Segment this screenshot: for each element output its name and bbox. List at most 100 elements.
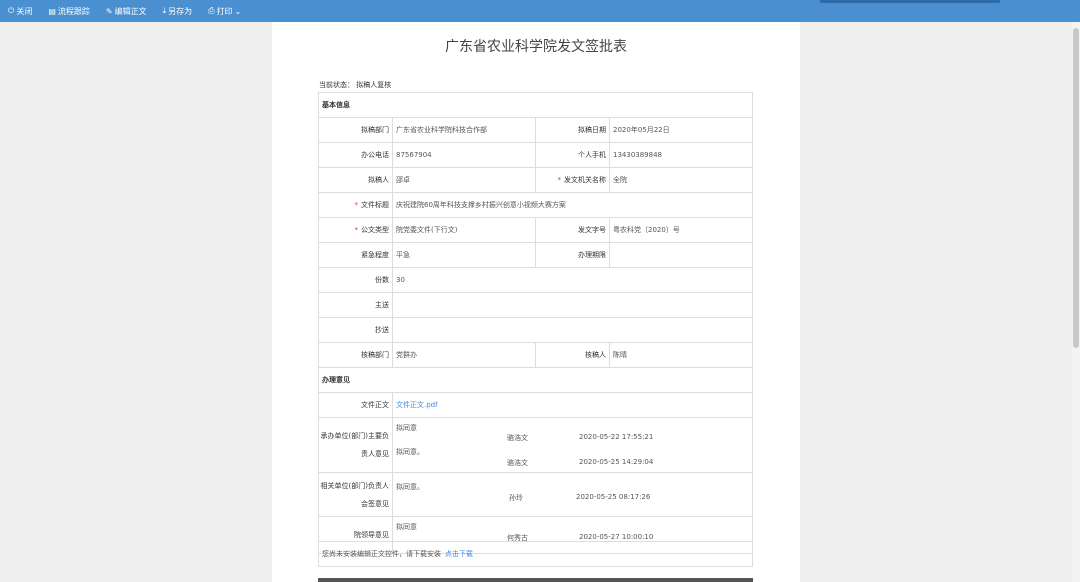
opinion-time: 2020-05-25 08:17:26 bbox=[576, 493, 651, 501]
deadline-value bbox=[610, 243, 752, 267]
field-label: 办公电话 bbox=[319, 143, 393, 167]
opinion-signer: 孙玲 bbox=[509, 494, 523, 502]
drafter-value: 邵卓 bbox=[393, 168, 536, 192]
field-label: 抄送 bbox=[319, 318, 393, 342]
save-as-button[interactable]: ⤓ 另存为 bbox=[163, 6, 193, 17]
opinion-signer: 骆浩文 bbox=[507, 459, 528, 467]
opinion-row: 相关单位(部门)负责人 会签意见 拟同意。 孙玲 2020-05-25 08:1… bbox=[319, 473, 752, 517]
opinion-text: 拟同意 bbox=[396, 424, 417, 432]
section-basic-info: 基本信息 bbox=[319, 93, 752, 118]
draft-dept-value: 广东省农业科学院科技合作部 bbox=[393, 118, 536, 142]
office-phone-value: 87567904 bbox=[393, 143, 536, 167]
close-button[interactable]: ⏻ 关闭 bbox=[8, 6, 32, 17]
section-opinion: 办理意见 bbox=[319, 368, 752, 393]
field-label: 主送 bbox=[319, 293, 393, 317]
field-label: 承办单位(部门)主要负 责人意见 bbox=[319, 418, 393, 472]
form-row: 份数 30 bbox=[319, 268, 752, 293]
form-row: 拟稿部门 广东省农业科学院科技合作部 拟稿日期 2020年05月22日 bbox=[319, 118, 752, 143]
opinion-label-line2: 会签意见 bbox=[361, 499, 389, 508]
approval-form: 基本信息 拟稿部门 广东省农业科学院科技合作部 拟稿日期 2020年05月22日… bbox=[318, 92, 753, 554]
power-icon: ⏻ bbox=[8, 6, 15, 15]
edit-text-label: 编辑正文 bbox=[114, 6, 147, 16]
form-row: * 文件标题 庆祝建院60周年科技支撑乡村振兴创意小视频大赛方案 bbox=[319, 193, 752, 218]
field-label: * 文件标题 bbox=[319, 193, 393, 217]
field-label: 个人手机 bbox=[536, 143, 610, 167]
main-to-value bbox=[393, 293, 752, 317]
field-label: 核稿部门 bbox=[319, 343, 393, 367]
form-row: 拟稿人 邵卓 * 发文机关名称 全院 bbox=[319, 168, 752, 193]
required-marker: * bbox=[354, 226, 359, 234]
field-label: 核稿人 bbox=[536, 343, 610, 367]
plugin-notice: 您尚未安装编辑正文控件，请下载安装 点击下载 bbox=[318, 541, 753, 567]
bottom-bar bbox=[318, 578, 753, 582]
form-row: 办公电话 87567904 个人手机 13430389848 bbox=[319, 143, 752, 168]
page-title: 广东省农业科学院发文签批表 bbox=[445, 39, 627, 55]
subject-value: 庆祝建院60周年科技支撑乡村振兴创意小视频大赛方案 bbox=[396, 201, 566, 209]
opinion-label-line1: 承办单位(部门)主要负 bbox=[320, 432, 389, 440]
opinion-text: 拟同意。 bbox=[396, 483, 424, 491]
required-marker: * bbox=[557, 176, 562, 184]
printer-icon: ⎙ bbox=[208, 6, 215, 15]
close-label: 关闭 bbox=[16, 6, 33, 16]
opinion-text: 拟同意。 bbox=[396, 448, 424, 456]
mobile-value: 13430389848 bbox=[613, 151, 662, 159]
field-label: 拟稿部门 bbox=[319, 118, 393, 142]
scrollbar[interactable] bbox=[1072, 22, 1080, 582]
print-button[interactable]: ⎙ 打印 ⌄ bbox=[208, 6, 243, 17]
subject-label: 文件标题 bbox=[361, 201, 389, 209]
save-as-label: 另存为 bbox=[168, 6, 193, 16]
field-label: 拟稿日期 bbox=[536, 118, 610, 142]
docno-value: 粤农科党〔2020〕号 bbox=[613, 226, 680, 234]
flow-track-button[interactable]: ▤ 流程跟踪 bbox=[48, 6, 90, 17]
form-row: * 公文类型 院党委文件(下行文) 发文字号 粤农科党〔2020〕号 bbox=[319, 218, 752, 243]
doctype-value: 院党委文件(下行文) bbox=[393, 218, 536, 242]
field-label: * 发文机关名称 bbox=[536, 168, 610, 192]
doctype-label: 公文类型 bbox=[361, 226, 389, 234]
doc-link[interactable]: 文件正文.pdf bbox=[396, 400, 438, 410]
field-label: 发文字号 bbox=[536, 218, 610, 242]
issuer-value: 全院 bbox=[613, 176, 627, 184]
form-page: 广东省农业科学院发文签批表 当前状态： 拟稿人复核 基本信息 拟稿部门 广东省农… bbox=[272, 22, 800, 582]
toolbar-accent bbox=[820, 0, 1000, 3]
edit-text-button[interactable]: ✎ 编辑正文 bbox=[106, 6, 147, 17]
field-label: 紧急程度 bbox=[319, 243, 393, 267]
form-row: 主送 bbox=[319, 293, 752, 318]
opinion-content: 拟同意 骆浩文 2020-05-22 17:55:21 拟同意。 骆浩文 202… bbox=[393, 418, 752, 472]
opinion-time: 2020-05-27 10:00:10 bbox=[579, 533, 654, 541]
flow-track-label: 流程跟踪 bbox=[57, 6, 90, 16]
field-label: 文件正文 bbox=[319, 393, 393, 417]
opinion-signer: 骆浩文 bbox=[507, 434, 528, 442]
required-marker: * bbox=[354, 201, 359, 209]
list-icon: ▤ bbox=[48, 6, 56, 16]
field-label: * 公文类型 bbox=[319, 218, 393, 242]
reviewer-value: 陈晴 bbox=[613, 351, 627, 359]
download-link[interactable]: 点击下载 bbox=[445, 549, 473, 559]
issuer-label: 发文机关名称 bbox=[564, 176, 606, 184]
form-row: 文件正文 文件正文.pdf bbox=[319, 393, 752, 418]
notice-text: 您尚未安装编辑正文控件，请下载安装 bbox=[322, 550, 441, 558]
form-row: 抄送 bbox=[319, 318, 752, 343]
field-label: 办理期限 bbox=[536, 243, 610, 267]
opinion-time: 2020-05-22 17:55:21 bbox=[579, 433, 654, 441]
chevron-down-icon: ⌄ bbox=[234, 6, 242, 16]
doc-cell: 文件正文.pdf bbox=[393, 393, 752, 417]
toolbar: ⏻ 关闭 ▤ 流程跟踪 ✎ 编辑正文 ⤓ 另存为 ⎙ 打印 ⌄ bbox=[0, 0, 1080, 22]
field-label: 拟稿人 bbox=[319, 168, 393, 192]
print-label: 打印 bbox=[216, 6, 233, 16]
opinion-row: 承办单位(部门)主要负 责人意见 拟同意 骆浩文 2020-05-22 17:5… bbox=[319, 418, 752, 473]
copies-value: 30 bbox=[396, 276, 405, 284]
form-row: 紧急程度 平急 办理期限 bbox=[319, 243, 752, 268]
urgency-value: 平急 bbox=[393, 243, 536, 267]
review-dept-value: 党群办 bbox=[393, 343, 536, 367]
opinion-text: 拟同意 bbox=[396, 523, 417, 531]
opinion-label-line2: 责人意见 bbox=[361, 450, 389, 458]
download-icon: ⤓ bbox=[162, 6, 167, 15]
opinion-content: 拟同意。 孙玲 2020-05-25 08:17:26 bbox=[393, 473, 752, 516]
field-label: 份数 bbox=[319, 268, 393, 292]
field-label: 相关单位(部门)负责人 会签意见 bbox=[319, 473, 393, 516]
form-row: 核稿部门 党群办 核稿人 陈晴 bbox=[319, 343, 752, 368]
current-state: 当前状态： 拟稿人复核 bbox=[319, 81, 392, 89]
pencil-icon: ✎ bbox=[105, 6, 113, 16]
cc-value bbox=[393, 318, 752, 342]
scrollbar-thumb[interactable] bbox=[1073, 28, 1079, 348]
